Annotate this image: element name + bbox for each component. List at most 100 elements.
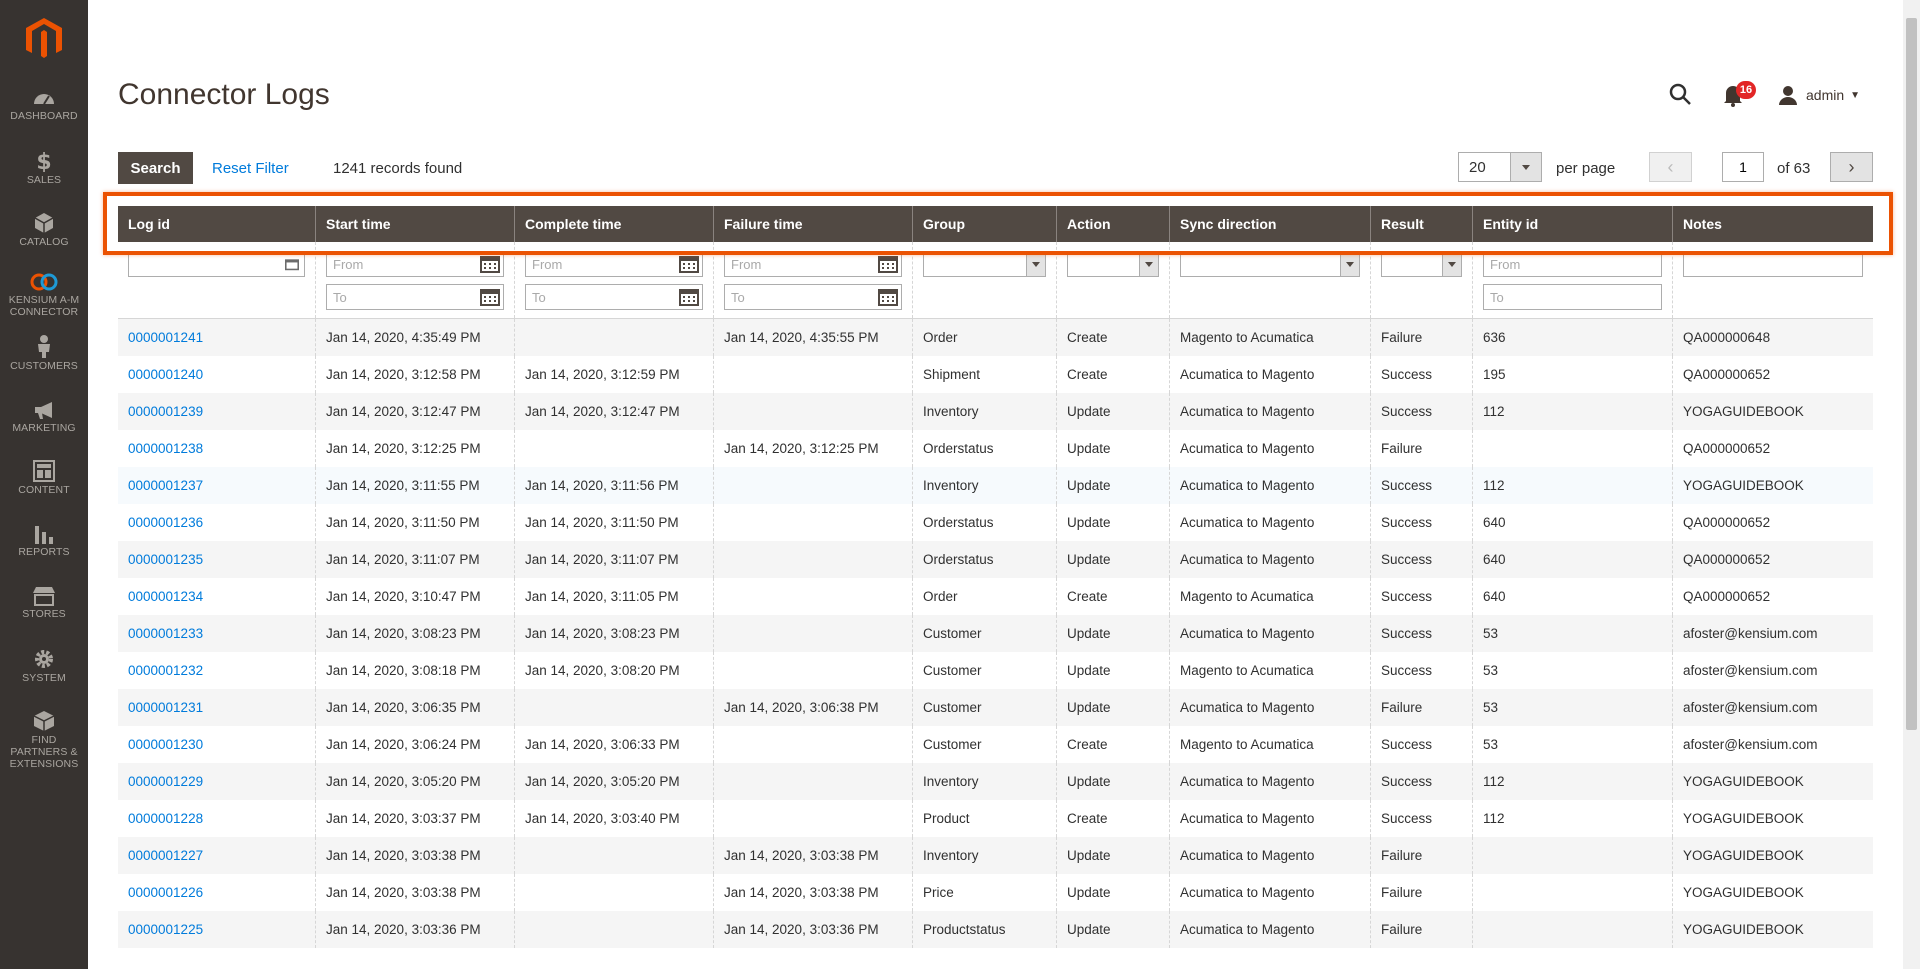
table-row[interactable]: 0000001235 Jan 14, 2020, 3:11:07 PM Jan … xyxy=(118,541,1873,578)
col-header-action[interactable]: Action xyxy=(1057,206,1170,242)
notification-badge[interactable]: 16 xyxy=(1736,81,1756,99)
scrollbar-thumb[interactable] xyxy=(1906,18,1917,730)
calendar-icon[interactable] xyxy=(284,257,300,271)
entity-id-from-input[interactable]: From xyxy=(1483,251,1662,277)
col-header-result[interactable]: Result xyxy=(1371,206,1473,242)
start-time-to-input[interactable]: To xyxy=(326,284,504,310)
log-id-link[interactable]: 0000001237 xyxy=(118,467,316,504)
log-id-link[interactable]: 0000001239 xyxy=(118,393,316,430)
col-header-entity-id[interactable]: Entity id xyxy=(1473,206,1673,242)
cell-result: Success xyxy=(1371,763,1473,800)
user-icon xyxy=(1779,86,1797,105)
table-row[interactable]: 0000001234 Jan 14, 2020, 3:10:47 PM Jan … xyxy=(118,578,1873,615)
chevron-down-icon xyxy=(1026,252,1045,276)
admin-user-menu[interactable]: admin ▼ xyxy=(1778,83,1860,107)
cell-complete-time: Jan 14, 2020, 3:12:59 PM xyxy=(515,356,714,393)
table-row[interactable]: 0000001227 Jan 14, 2020, 3:03:38 PM Jan … xyxy=(118,837,1873,874)
log-id-link[interactable]: 0000001227 xyxy=(118,837,316,874)
magento-logo-icon[interactable] xyxy=(24,16,64,60)
nav-find-partners[interactable]: FIND PARTNERS & EXTENSIONS xyxy=(0,710,88,770)
log-id-link[interactable]: 0000001240 xyxy=(118,356,316,393)
cell-start-time: Jan 14, 2020, 3:12:58 PM xyxy=(316,356,515,393)
log-id-link[interactable]: 0000001232 xyxy=(118,652,316,689)
col-header-sync-direction[interactable]: Sync direction xyxy=(1170,206,1371,242)
placeholder-to: To xyxy=(1490,290,1504,305)
search-button[interactable]: Search xyxy=(118,152,193,184)
col-header-failure-time[interactable]: Failure time xyxy=(714,206,913,242)
log-id-filter-input[interactable] xyxy=(128,251,305,277)
table-row[interactable]: 0000001237 Jan 14, 2020, 3:11:55 PM Jan … xyxy=(118,467,1873,504)
per-page-select[interactable]: 20 xyxy=(1458,152,1542,182)
table-row[interactable]: 0000001240 Jan 14, 2020, 3:12:58 PM Jan … xyxy=(118,356,1873,393)
page-number-input[interactable] xyxy=(1722,152,1764,182)
notes-filter-input[interactable] xyxy=(1683,251,1863,277)
table-row[interactable]: 0000001233 Jan 14, 2020, 3:08:23 PM Jan … xyxy=(118,615,1873,652)
failure-time-from-input[interactable]: From xyxy=(724,251,902,277)
entity-id-to-input[interactable]: To xyxy=(1483,284,1662,310)
cell-result: Success xyxy=(1371,615,1473,652)
nav-kensium-connector[interactable]: KENSIUM A-M CONNECTOR xyxy=(0,272,88,318)
col-header-group[interactable]: Group xyxy=(913,206,1057,242)
table-row[interactable]: 0000001229 Jan 14, 2020, 3:05:20 PM Jan … xyxy=(118,763,1873,800)
cell-result: Success xyxy=(1371,578,1473,615)
calendar-icon[interactable] xyxy=(878,288,898,306)
result-filter-select[interactable] xyxy=(1381,251,1462,277)
table-row[interactable]: 0000001236 Jan 14, 2020, 3:11:50 PM Jan … xyxy=(118,504,1873,541)
table-row[interactable]: 0000001226 Jan 14, 2020, 3:03:38 PM Jan … xyxy=(118,874,1873,911)
nav-system[interactable]: SYSTEM xyxy=(0,648,88,684)
start-time-from-input[interactable]: From xyxy=(326,251,504,277)
calendar-icon[interactable] xyxy=(480,255,500,273)
cell-result: Failure xyxy=(1371,689,1473,726)
failure-time-to-input[interactable]: To xyxy=(724,284,902,310)
log-id-link[interactable]: 0000001235 xyxy=(118,541,316,578)
nav-sales[interactable]: $ SALES xyxy=(0,150,88,186)
log-id-link[interactable]: 0000001236 xyxy=(118,504,316,541)
calendar-icon[interactable] xyxy=(679,255,699,273)
col-header-log-id[interactable]: Log id xyxy=(118,206,316,242)
action-filter-select[interactable] xyxy=(1067,251,1159,277)
table-row[interactable]: 0000001225 Jan 14, 2020, 3:03:36 PM Jan … xyxy=(118,911,1873,948)
reset-filter-link[interactable]: Reset Filter xyxy=(212,160,289,177)
nav-stores[interactable]: STORES xyxy=(0,586,88,620)
table-row[interactable]: 0000001241 Jan 14, 2020, 4:35:49 PM Jan … xyxy=(118,319,1873,356)
log-id-link[interactable]: 0000001234 xyxy=(118,578,316,615)
calendar-icon[interactable] xyxy=(878,255,898,273)
log-id-link[interactable]: 0000001229 xyxy=(118,763,316,800)
log-id-link[interactable]: 0000001228 xyxy=(118,800,316,837)
table-row[interactable]: 0000001232 Jan 14, 2020, 3:08:18 PM Jan … xyxy=(118,652,1873,689)
log-id-link[interactable]: 0000001238 xyxy=(118,430,316,467)
cell-action: Create xyxy=(1057,319,1170,356)
previous-page-button[interactable]: ‹ xyxy=(1649,152,1692,182)
log-id-link[interactable]: 0000001233 xyxy=(118,615,316,652)
nav-content[interactable]: CONTENT xyxy=(0,460,88,496)
col-header-complete-time[interactable]: Complete time xyxy=(515,206,714,242)
cell-notes: YOGAGUIDEBOOK xyxy=(1683,478,1804,493)
table-row[interactable]: 0000001230 Jan 14, 2020, 3:06:24 PM Jan … xyxy=(118,726,1873,763)
col-header-notes[interactable]: Notes xyxy=(1673,206,1873,242)
col-header-start-time[interactable]: Start time xyxy=(316,206,515,242)
log-id-link[interactable]: 0000001231 xyxy=(118,689,316,726)
next-page-button[interactable]: › xyxy=(1830,152,1873,182)
calendar-icon[interactable] xyxy=(679,288,699,306)
nav-reports[interactable]: REPORTS xyxy=(0,524,88,558)
log-id-link[interactable]: 0000001225 xyxy=(118,911,316,948)
calendar-icon[interactable] xyxy=(480,288,500,306)
log-id-link[interactable]: 0000001230 xyxy=(118,726,316,763)
complete-time-from-input[interactable]: From xyxy=(525,251,703,277)
table-row[interactable]: 0000001228 Jan 14, 2020, 3:03:37 PM Jan … xyxy=(118,800,1873,837)
group-filter-select[interactable] xyxy=(923,251,1046,277)
cell-notes: QA000000652 xyxy=(1683,552,1771,567)
table-row[interactable]: 0000001238 Jan 14, 2020, 3:12:25 PM Jan … xyxy=(118,430,1873,467)
log-id-link[interactable]: 0000001226 xyxy=(118,874,316,911)
search-icon[interactable] xyxy=(1668,82,1692,106)
sync-direction-filter-select[interactable] xyxy=(1180,251,1360,277)
nav-dashboard[interactable]: DASHBOARD xyxy=(0,88,88,122)
nav-catalog[interactable]: CATALOG xyxy=(0,212,88,248)
table-row[interactable]: 0000001231 Jan 14, 2020, 3:06:35 PM Jan … xyxy=(118,689,1873,726)
complete-time-to-input[interactable]: To xyxy=(525,284,703,310)
dropdown-toggle[interactable] xyxy=(1510,153,1541,181)
log-id-link[interactable]: 0000001241 xyxy=(118,319,316,356)
nav-customers[interactable]: CUSTOMERS xyxy=(0,334,88,372)
nav-marketing[interactable]: MARKETING xyxy=(0,400,88,434)
table-row[interactable]: 0000001239 Jan 14, 2020, 3:12:47 PM Jan … xyxy=(118,393,1873,430)
